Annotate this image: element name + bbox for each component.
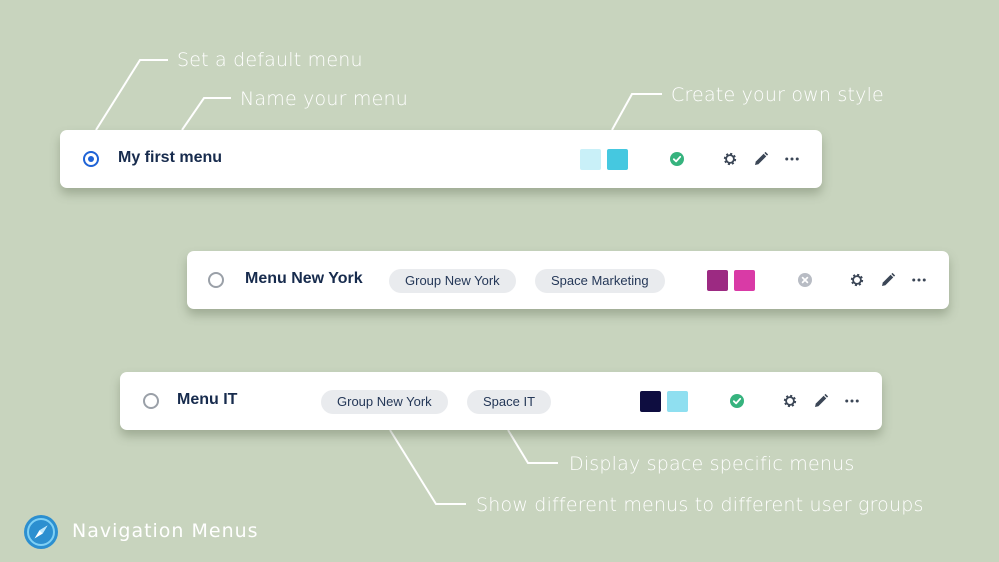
annotation-name-menu: Name your menu	[240, 88, 408, 110]
color-swatch-light[interactable]	[667, 391, 688, 412]
color-swatch-light[interactable]	[734, 270, 755, 291]
group-tag: Group New York	[321, 390, 448, 414]
more-dots-icon[interactable]	[783, 150, 801, 168]
space-tag: Space Marketing	[535, 269, 665, 293]
color-swatch-dark[interactable]	[707, 270, 728, 291]
menu-name[interactable]: My first menu	[118, 149, 222, 167]
default-menu-radio[interactable]	[143, 393, 159, 409]
annotation-space-specific: Display space specific menus	[569, 453, 855, 475]
pencil-icon[interactable]	[812, 392, 830, 410]
more-dots-icon[interactable]	[910, 271, 928, 289]
menu-row: Menu New York Group New York Space Marke…	[187, 251, 949, 309]
compass-icon	[24, 515, 58, 549]
menu-row: Menu IT Group New York Space IT	[120, 372, 882, 430]
menu-row: My first menu	[60, 130, 822, 188]
check-circle-icon[interactable]	[670, 152, 684, 166]
annotation-default-menu: Set a default menu	[177, 49, 363, 71]
check-circle-icon[interactable]	[730, 394, 744, 408]
annotation-user-groups: Show different menus to different user g…	[476, 494, 924, 516]
pencil-icon[interactable]	[879, 271, 897, 289]
group-tag: Group New York	[389, 269, 516, 293]
pencil-icon[interactable]	[752, 150, 770, 168]
more-dots-icon[interactable]	[843, 392, 861, 410]
color-swatch-dark[interactable]	[607, 149, 628, 170]
menu-name[interactable]: Menu IT	[177, 391, 237, 409]
default-menu-radio[interactable]	[83, 151, 99, 167]
space-tag: Space IT	[467, 390, 552, 414]
annotation-own-style: Create your own style	[671, 84, 884, 106]
default-menu-radio[interactable]	[208, 272, 224, 288]
brand-name: Navigation Menus	[72, 520, 259, 542]
color-swatch-light[interactable]	[580, 149, 601, 170]
x-circle-icon[interactable]	[798, 273, 812, 287]
gear-icon[interactable]	[848, 271, 866, 289]
gear-icon[interactable]	[721, 150, 739, 168]
color-swatch-dark[interactable]	[640, 391, 661, 412]
gear-icon[interactable]	[781, 392, 799, 410]
menu-name[interactable]: Menu New York	[245, 270, 363, 288]
